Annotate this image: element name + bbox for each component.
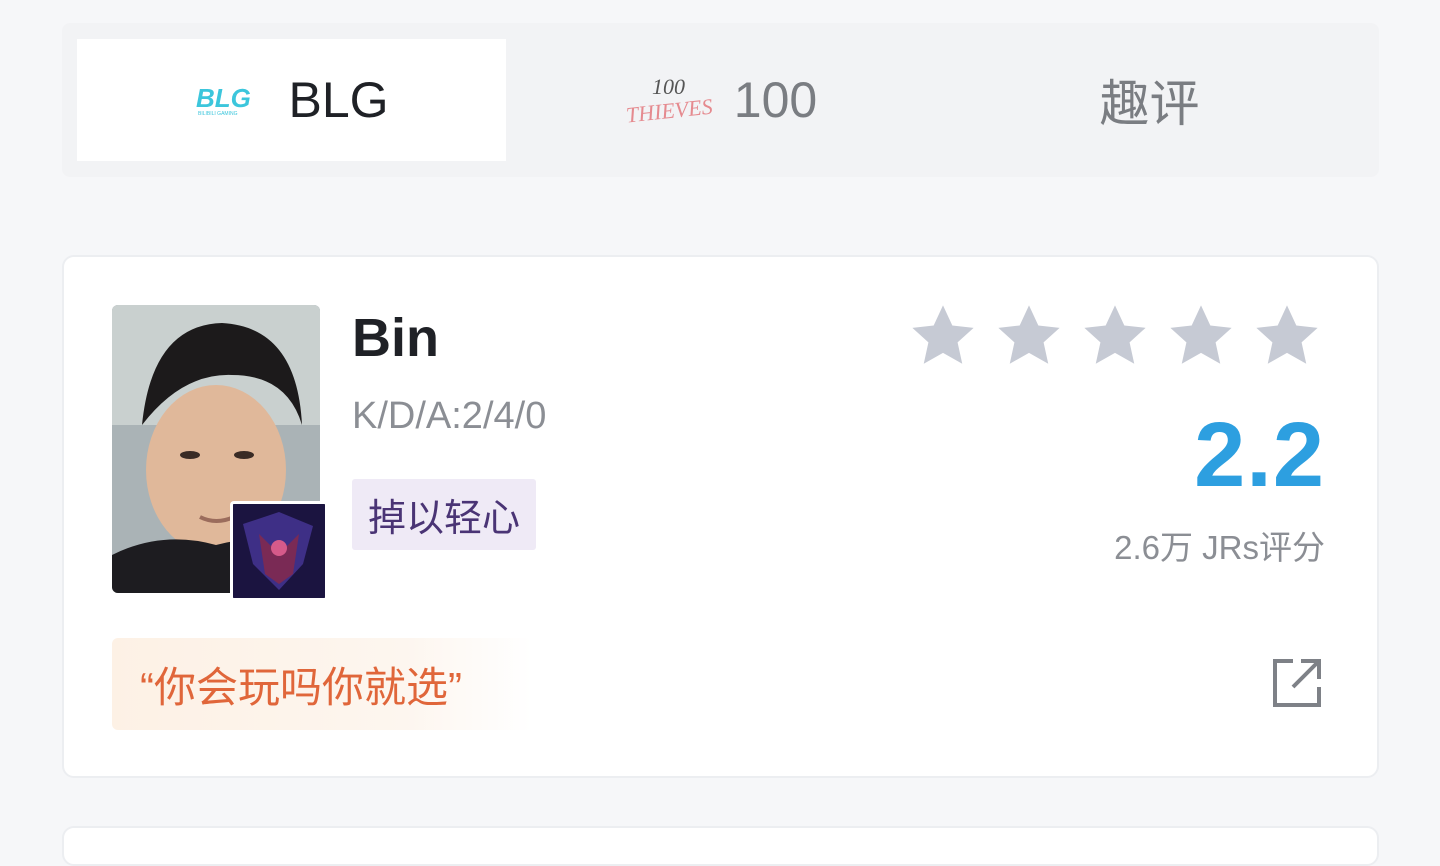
player-rating-card: Bin K/D/A:2/4/0 掉以轻心 2.2 2.6万 JRs评分 “你会玩… (62, 255, 1379, 778)
share-icon[interactable] (1271, 657, 1323, 709)
tab-100-label: 100 (733, 72, 818, 128)
tab-commentary-label: 趣评 (1099, 76, 1200, 132)
svg-text:100: 100 (652, 74, 685, 99)
tab-100[interactable]: 100 THIEVES 100 (506, 39, 935, 161)
star-icon[interactable] (1251, 301, 1323, 371)
tab-blg-label: BLG (288, 72, 389, 128)
player-tag: 掉以轻心 (352, 479, 537, 550)
star-icon[interactable] (1165, 301, 1237, 371)
100-thieves-logo-icon: 100 THIEVES (624, 72, 716, 128)
team-tabs: BLG BILIBILI GAMING BLG 100 THIEVES 100 … (62, 23, 1379, 177)
star-icon[interactable] (993, 301, 1065, 371)
hot-comment-quote[interactable]: “你会玩吗你就选” (112, 638, 532, 730)
player-name: Bin (352, 308, 439, 368)
champion-icon[interactable] (230, 501, 328, 601)
quote-text: “你会玩吗你就选” (140, 663, 462, 711)
next-player-card (62, 826, 1379, 866)
star-icon[interactable] (1079, 301, 1151, 371)
svg-text:THIEVES: THIEVES (625, 94, 714, 128)
rating-score: 2.2 (1194, 404, 1325, 506)
svg-text:BILIBILI GAMING: BILIBILI GAMING (198, 111, 238, 117)
svg-text:BLG: BLG (196, 83, 251, 113)
tab-commentary[interactable]: 趣评 (935, 39, 1364, 161)
rating-stars[interactable] (907, 301, 1323, 371)
rating-votes: 2.6万 JRs评分 (1114, 529, 1325, 566)
tab-blg[interactable]: BLG BILIBILI GAMING BLG (77, 39, 506, 161)
player-kda: K/D/A:2/4/0 (352, 395, 547, 437)
blg-logo-icon: BLG BILIBILI GAMING (194, 83, 256, 117)
star-icon[interactable] (907, 301, 979, 371)
